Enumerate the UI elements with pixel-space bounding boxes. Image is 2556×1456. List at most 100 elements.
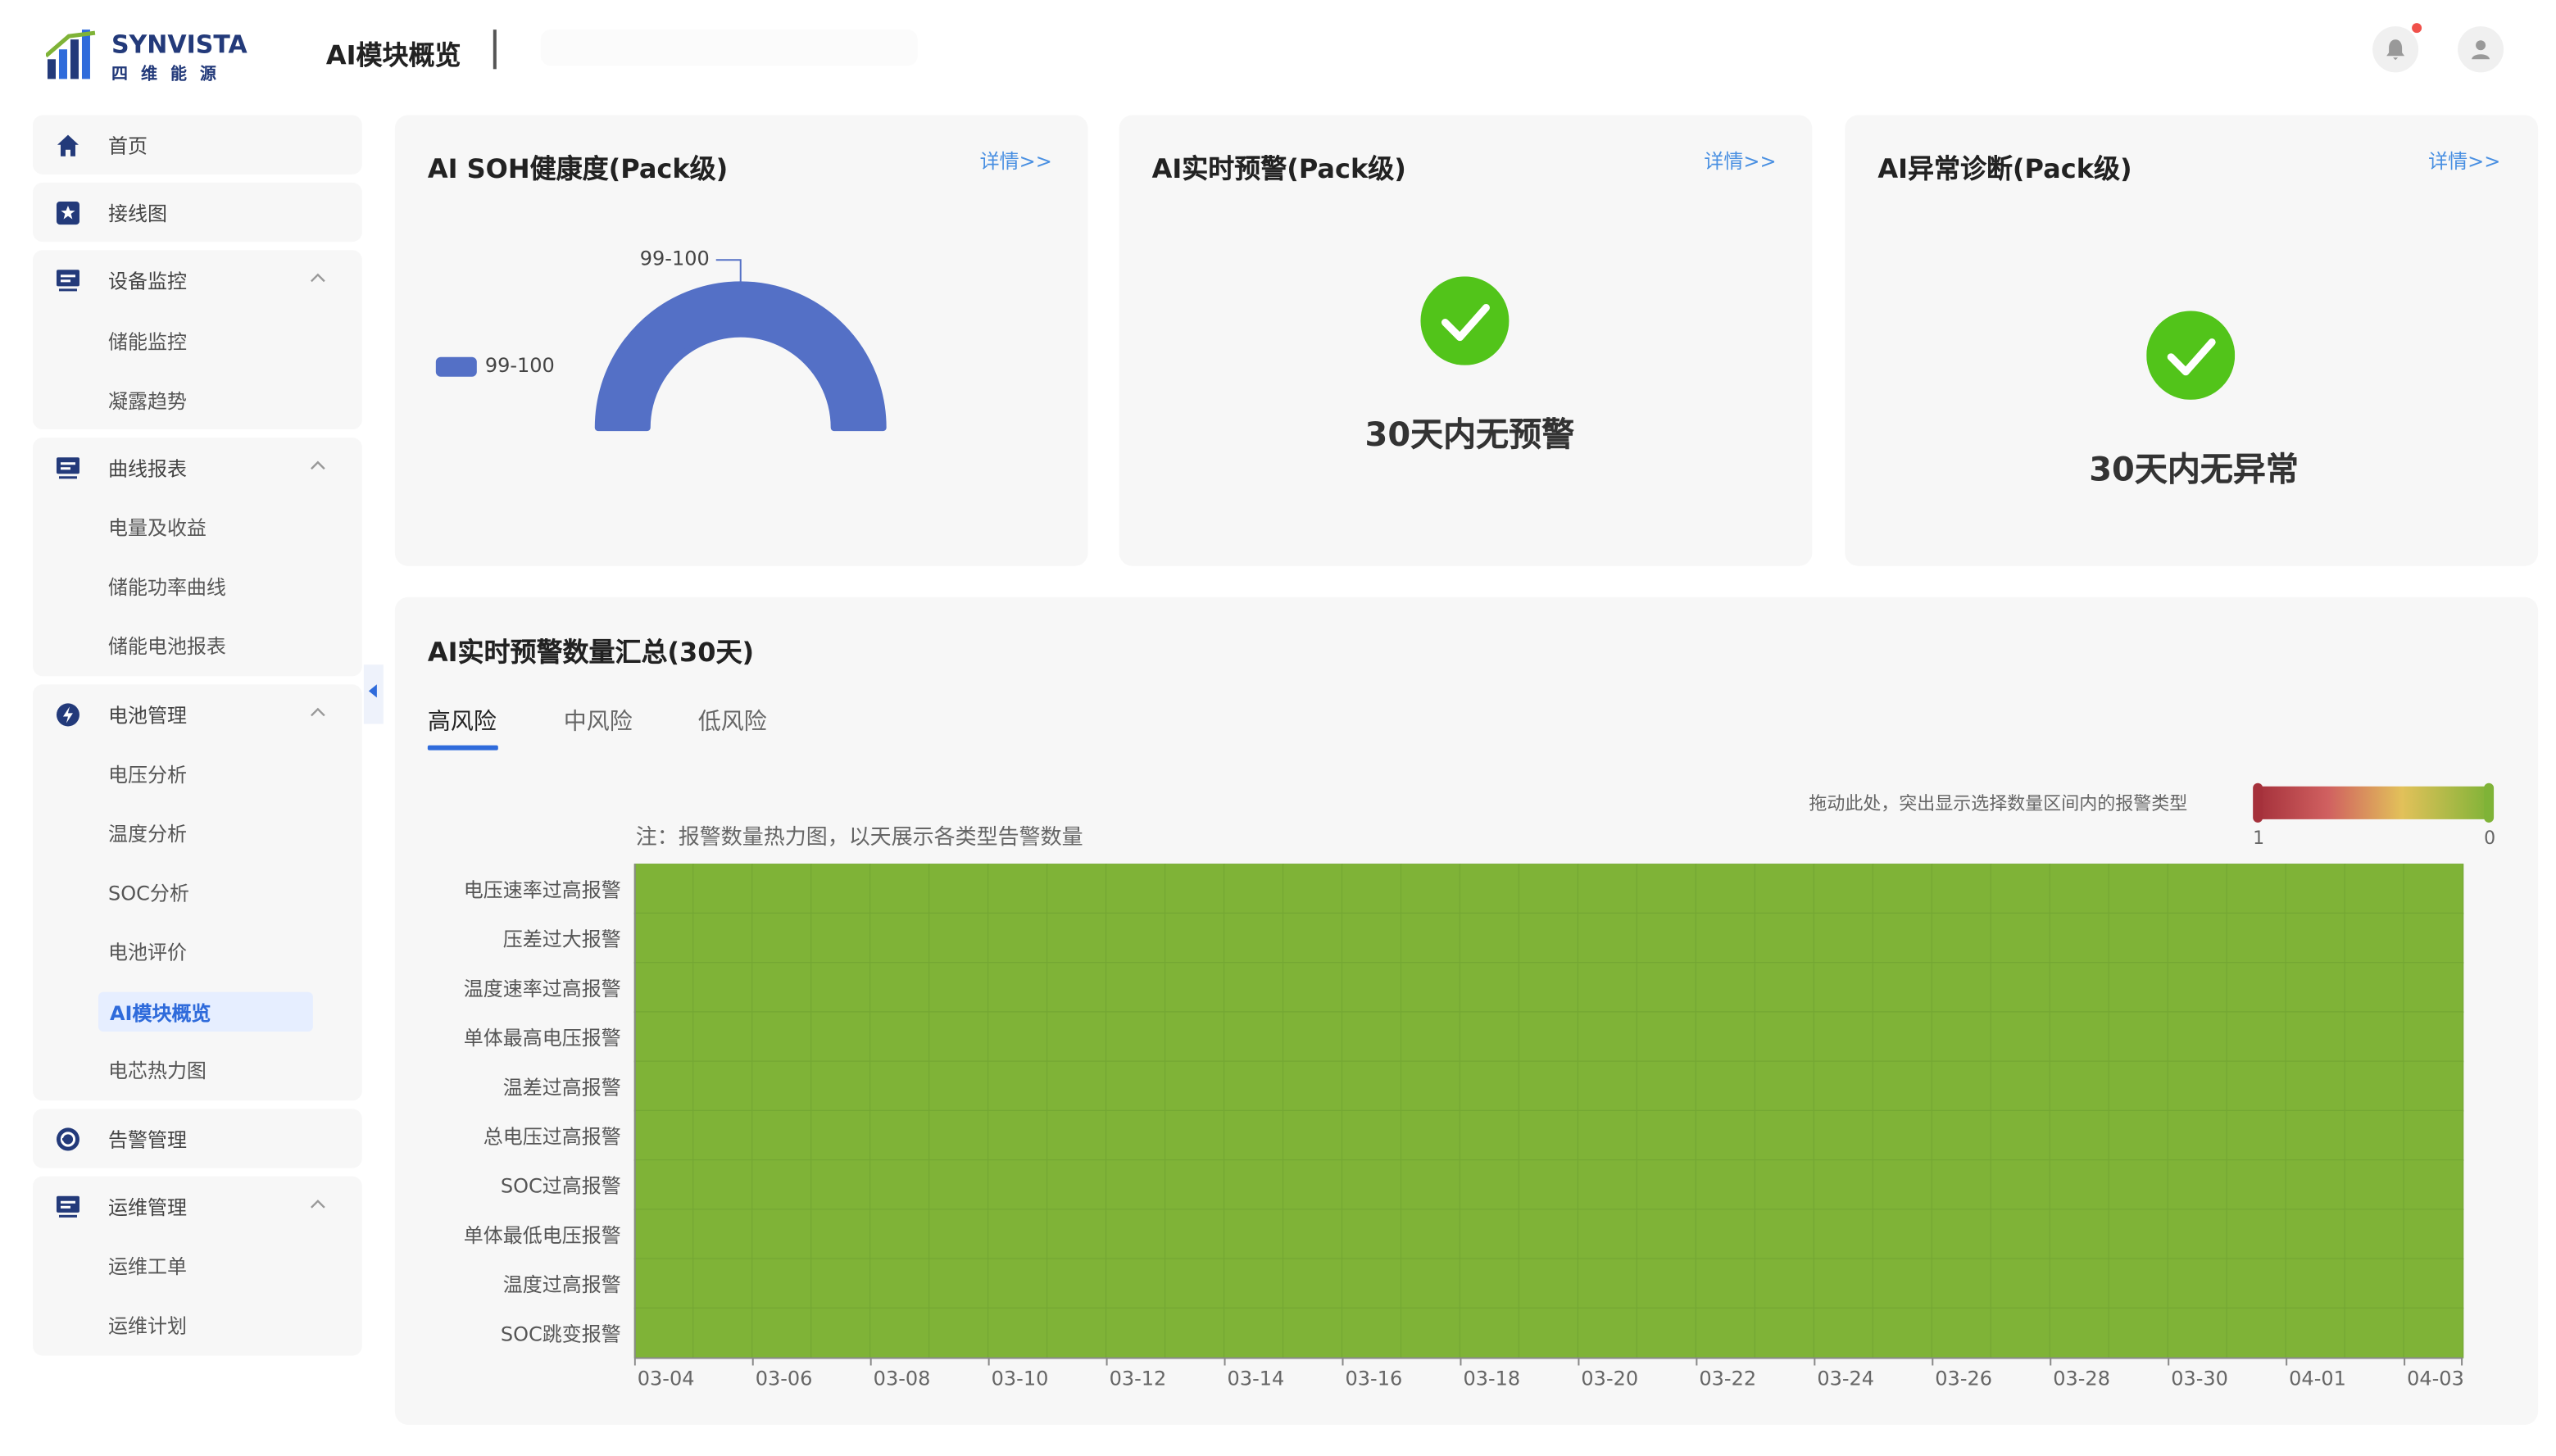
heatmap-cell[interactable] [1341, 1258, 1402, 1309]
sidebar-collapse-button[interactable] [363, 664, 384, 724]
soh-slice[interactable] [594, 281, 887, 432]
heatmap-cell[interactable] [1282, 962, 1343, 1014]
heatmap-cell[interactable] [810, 962, 871, 1014]
heatmap-cell[interactable] [2285, 1209, 2346, 1260]
heatmap-cell[interactable] [2108, 1159, 2169, 1211]
heatmap-cell[interactable] [1518, 1209, 1579, 1260]
heatmap-cell[interactable] [2403, 912, 2464, 964]
heatmap-cell[interactable] [1282, 1011, 1343, 1063]
heatmap-cell[interactable] [1754, 1060, 1815, 1112]
heatmap-cell[interactable] [2285, 1258, 2346, 1309]
heatmap-cell[interactable] [1577, 912, 1638, 964]
heatmap-cell[interactable] [1636, 1159, 1697, 1211]
heatmap-cell[interactable] [1046, 1060, 1107, 1112]
sidebar-item-device-monitor[interactable]: 设备监控 [33, 250, 362, 309]
heatmap-cell[interactable] [751, 1307, 812, 1358]
heatmap-cell[interactable] [633, 1159, 694, 1211]
diagnosis-detail-link[interactable]: 详情>> [2428, 147, 2500, 175]
visualmap-gradient-bar[interactable] [2258, 786, 2491, 819]
heatmap-cell[interactable] [1518, 962, 1579, 1014]
heatmap-cell[interactable] [1164, 1011, 1225, 1063]
heatmap-cell[interactable] [2049, 962, 2110, 1014]
heatmap-cell[interactable] [1695, 912, 1756, 964]
heatmap-cell[interactable] [1105, 962, 1166, 1014]
sidebar-item-curve-report[interactable]: 曲线报表 [33, 438, 362, 497]
heatmap-cell[interactable] [2344, 864, 2405, 914]
heatmap-cell[interactable] [1636, 1258, 1697, 1309]
heatmap-cell[interactable] [1105, 912, 1166, 964]
heatmap-cell[interactable] [928, 1307, 989, 1358]
heatmap-cell[interactable] [1223, 962, 1284, 1014]
heatmap-cell[interactable] [987, 864, 1048, 914]
heatmap-cell[interactable] [1164, 912, 1225, 964]
sidebar-item-soc[interactable]: SOC分析 [108, 878, 189, 906]
heatmap-cell[interactable] [810, 864, 871, 914]
heatmap-cell[interactable] [2344, 1209, 2405, 1260]
heatmap-cell[interactable] [2167, 962, 2228, 1014]
heatmap-cell[interactable] [751, 962, 812, 1014]
heatmap-cell[interactable] [1872, 1209, 1933, 1260]
heatmap-cell[interactable] [1046, 1209, 1107, 1260]
heatmap-cell[interactable] [1754, 912, 1815, 964]
heatmap-cell[interactable] [928, 1109, 989, 1161]
heatmap-cell[interactable] [1046, 1258, 1107, 1309]
heatmap-cell[interactable] [1813, 962, 1874, 1014]
heatmap-cell[interactable] [2344, 1307, 2405, 1358]
heatmap-cell[interactable] [810, 1307, 871, 1358]
heatmap-cell[interactable] [1636, 1011, 1697, 1063]
heatmap-cell[interactable] [2344, 1109, 2405, 1161]
heatmap-cell[interactable] [2403, 1060, 2464, 1112]
heatmap-cell[interactable] [810, 912, 871, 964]
heatmap-cell[interactable] [2167, 1060, 2228, 1112]
heatmap-cell[interactable] [1105, 1258, 1166, 1309]
heatmap-cell[interactable] [1223, 1258, 1284, 1309]
warning-detail-link[interactable]: 详情>> [1704, 147, 1776, 175]
heatmap-cell[interactable] [1577, 1258, 1638, 1309]
heatmap-cell[interactable] [1990, 912, 2051, 964]
heatmap-cell[interactable] [2403, 1109, 2464, 1161]
heatmap-cell[interactable] [928, 1060, 989, 1112]
logo[interactable]: SYNVISTA 四维能源 [45, 26, 259, 84]
heatmap-cell[interactable] [1636, 1109, 1697, 1161]
heatmap-cell[interactable] [2108, 1209, 2169, 1260]
heatmap-cell[interactable] [2285, 1060, 2346, 1112]
heatmap-cell[interactable] [2167, 1209, 2228, 1260]
heatmap-cell[interactable] [1341, 962, 1402, 1014]
heatmap-cell[interactable] [2108, 1109, 2169, 1161]
heatmap-cell[interactable] [1341, 1060, 1402, 1112]
heatmap-cell[interactable] [2226, 1011, 2287, 1063]
visualmap-handle-min[interactable] [2484, 782, 2495, 823]
heatmap-cell[interactable] [1459, 1109, 1520, 1161]
heatmap-cell[interactable] [2049, 1209, 2110, 1260]
heatmap-cell[interactable] [1046, 1159, 1107, 1211]
heatmap-cell[interactable] [1105, 1060, 1166, 1112]
heatmap-cell[interactable] [1341, 912, 1402, 964]
heatmap-cell[interactable] [1046, 864, 1107, 914]
visualmap-handle-max[interactable] [2253, 782, 2263, 823]
heatmap-cell[interactable] [1813, 1209, 1874, 1260]
heatmap-cell[interactable] [869, 1109, 930, 1161]
sidebar-item-temperature[interactable]: 温度分析 [108, 819, 187, 847]
heatmap-cell[interactable] [751, 1258, 812, 1309]
heatmap-cell[interactable] [1341, 1159, 1402, 1211]
heatmap-cell[interactable] [1577, 1011, 1638, 1063]
heatmap-cell[interactable] [1931, 1060, 1992, 1112]
heatmap-cell[interactable] [633, 1209, 694, 1260]
heatmap-cell[interactable] [2167, 864, 2228, 914]
sidebar-item-battery-mgmt[interactable]: 电池管理 [33, 684, 362, 743]
heatmap-cell[interactable] [1105, 1209, 1166, 1260]
heatmap-cell[interactable] [2108, 912, 2169, 964]
heatmap-cell[interactable] [633, 1109, 694, 1161]
heatmap-cell[interactable] [1164, 1307, 1225, 1358]
sidebar-item-ops-plan[interactable]: 运维计划 [108, 1311, 187, 1339]
heatmap-cell[interactable] [1282, 1307, 1343, 1358]
heatmap-cell[interactable] [692, 1209, 753, 1260]
heatmap-cell[interactable] [810, 1011, 871, 1063]
heatmap-cell[interactable] [692, 1159, 753, 1211]
heatmap-cell[interactable] [1341, 1011, 1402, 1063]
heatmap-cell[interactable] [1400, 962, 1461, 1014]
heatmap-cell[interactable] [1990, 1011, 2051, 1063]
heatmap-cell[interactable] [987, 1209, 1048, 1260]
heatmap-cell[interactable] [1223, 1159, 1284, 1211]
heatmap-cell[interactable] [1636, 1209, 1697, 1260]
